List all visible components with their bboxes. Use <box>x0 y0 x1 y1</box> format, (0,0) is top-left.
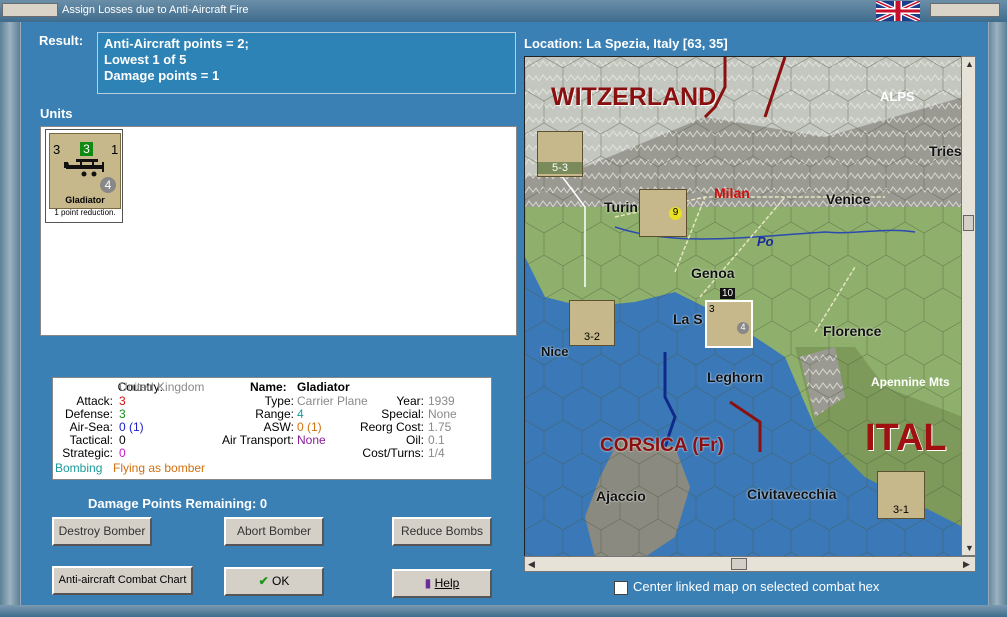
unit-strength: 3 <box>80 142 93 156</box>
help-button[interactable]: ▮ Help <box>392 569 492 598</box>
unit-counter-gladiator[interactable]: 3 3 1 4 Gladiator 1 point reduction. <box>45 129 123 223</box>
type-value: Carrier Plane <box>297 394 368 408</box>
scroll-down-icon[interactable]: ▼ <box>965 543 974 553</box>
map-unit-counter[interactable]: 9 <box>639 189 687 237</box>
unit-caption: 1 point reduction. <box>54 208 116 217</box>
name-value: Gladiator <box>297 380 350 394</box>
strategic-label: Strategic: <box>62 446 113 460</box>
selected-unit-counter[interactable]: 3 4 <box>705 300 753 348</box>
map-label: Apennine Mts <box>871 375 950 389</box>
costturns-label: Cost/Turns: <box>362 446 424 460</box>
result-line: Damage points = 1 <box>104 68 220 83</box>
window-controls[interactable] <box>930 3 1000 17</box>
scroll-left-icon[interactable]: ◀ <box>528 559 535 570</box>
stack-count: 10 <box>720 288 736 299</box>
uk-flag-icon <box>876 1 920 21</box>
unit-range: 4 <box>100 177 116 193</box>
unit-name: Gladiator <box>65 195 105 205</box>
unit-value: 3-1 <box>893 504 909 516</box>
result-label: Result: <box>39 33 84 48</box>
name-label: Name: <box>250 380 287 394</box>
units-list[interactable]: 3 3 1 4 Gladiator 1 point reduction. <box>40 126 517 336</box>
map-label: ALPS <box>880 89 915 104</box>
vertical-scroll-thumb[interactable] <box>963 215 974 231</box>
map-vertical-scrollbar[interactable]: ▲ ▼ <box>961 56 976 556</box>
center-map-checkbox[interactable] <box>614 581 628 595</box>
map-label: CORSICA (Fr) <box>600 435 724 456</box>
result-box: Anti-Aircraft points = 2; Lowest 1 of 5 … <box>97 32 516 94</box>
map-label: Tries <box>929 143 962 159</box>
ok-label: OK <box>272 574 290 588</box>
bottom-border <box>0 605 1007 617</box>
help-label: Help <box>434 576 460 590</box>
center-map-checkbox-label: Center linked map on selected combat hex <box>633 579 880 594</box>
unit-value: 5-3 <box>538 162 582 174</box>
map-label: La S <box>673 311 703 327</box>
destroy-bomber-button[interactable]: Destroy Bomber <box>52 517 152 546</box>
map-label: Venice <box>826 191 871 207</box>
unit-tile: 3 3 1 4 Gladiator <box>49 133 121 209</box>
unit-attack: 3 <box>53 142 61 157</box>
unit-info-panel: Country: United Kingdom Attack: 3 Defens… <box>52 377 492 480</box>
unit-value: 3 <box>709 304 715 315</box>
map-label: Nice <box>541 344 569 359</box>
map-label: Turin <box>604 199 638 215</box>
right-border <box>987 22 1007 606</box>
map-label: Civitavecchia <box>747 486 837 502</box>
checkmark-icon: ✔ <box>258 574 269 588</box>
system-menu-button[interactable] <box>2 3 58 17</box>
damage-points-remaining: Damage Points Remaining: 0 <box>88 496 268 511</box>
map-unit-counter[interactable]: 3-2 <box>569 300 615 346</box>
map-horizontal-scrollbar[interactable]: ◀ ▶ <box>524 556 976 572</box>
map-view[interactable]: WITZERLAND ALPS Tries Turin Milan Venice… <box>524 56 964 558</box>
map-unit-counter[interactable]: 3-1 <box>877 471 925 519</box>
unit-defense: 1 <box>111 142 119 157</box>
costturns-value: 1/4 <box>428 446 445 460</box>
reduce-bombs-button[interactable]: Reduce Bombs <box>392 517 492 546</box>
strategic-value: 0 <box>119 446 126 460</box>
location-readout: Location: La Spezia, Italy [63, 35] <box>524 36 728 51</box>
map-label: Leghorn <box>707 369 763 385</box>
horizontal-scroll-thumb[interactable] <box>731 558 747 570</box>
role-bombing: Bombing <box>55 461 103 475</box>
biplane-icon <box>64 159 104 177</box>
scroll-up-icon[interactable]: ▲ <box>965 59 974 69</box>
country-value: United Kingdom <box>119 380 205 394</box>
left-border <box>0 22 20 606</box>
map-unit-counter[interactable]: 5-3 <box>537 131 583 177</box>
map-label: Genoa <box>691 265 735 281</box>
airtransport-value: None <box>297 433 326 447</box>
abort-bomber-button[interactable]: Abort Bomber <box>224 517 324 546</box>
title-bar: Assign Losses due to Anti-Aircraft Fire <box>0 0 1007 23</box>
help-book-icon: ▮ <box>424 576 432 590</box>
aa-combat-chart-button[interactable]: Anti-aircraft Combat Chart <box>52 566 193 595</box>
ok-button[interactable]: ✔ OK <box>224 567 324 596</box>
airtransport-label: Air Transport: <box>221 433 294 447</box>
map-label: Po <box>757 234 774 249</box>
unit-value: 9 <box>669 207 682 220</box>
role-flying-as-bomber: Flying as bomber <box>113 461 206 475</box>
map-label: ITAL <box>865 417 947 459</box>
result-line: Lowest 1 of 5 <box>104 52 187 67</box>
map-label: Ajaccio <box>596 488 646 504</box>
unit-value: 3-2 <box>584 331 600 343</box>
map-label: Florence <box>823 323 882 339</box>
result-line: Anti-Aircraft points = 2; <box>104 36 249 51</box>
map-label: Milan <box>714 185 750 201</box>
unit-value: 4 <box>737 322 749 334</box>
scroll-right-icon[interactable]: ▶ <box>963 559 970 570</box>
window-title: Assign Losses due to Anti-Aircraft Fire <box>62 4 249 16</box>
units-label: Units <box>40 106 73 121</box>
map-label: WITZERLAND <box>551 83 717 111</box>
